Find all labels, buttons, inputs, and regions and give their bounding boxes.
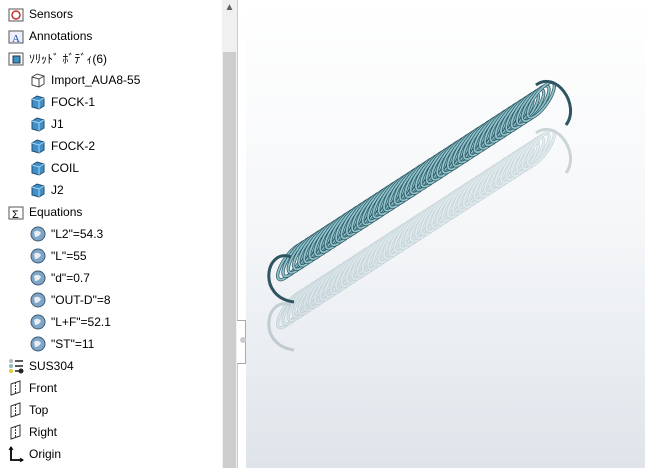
scroll-thumb[interactable] — [223, 52, 236, 468]
tree-item[interactable]: "L"=55 — [30, 246, 87, 266]
tree-item-label: Annotations — [29, 29, 93, 43]
tree-item-label: SUS304 — [29, 359, 74, 373]
tree-item-label: Sensors — [29, 7, 74, 21]
global-variable-icon — [30, 314, 46, 330]
tree-item-label: FOCK-1 — [51, 95, 96, 109]
tree-item[interactable]: FOCK-1 — [30, 92, 95, 112]
tree-item[interactable]: "OUT-D"=8 — [30, 290, 111, 310]
tree-item-label: Equations — [29, 205, 83, 219]
graphics-viewport[interactable] — [246, 0, 645, 468]
solid-body-icon — [31, 139, 45, 154]
solid-body-icon — [31, 117, 45, 132]
tree-item[interactable]: COIL — [30, 158, 79, 178]
tree-item[interactable]: A Annotations — [8, 26, 92, 46]
svg-text:Σ: Σ — [12, 209, 19, 220]
tree-item-label: "ST"=11 — [51, 337, 95, 351]
tree-item-label: Import_AUA8-55 — [51, 73, 141, 87]
tree-item[interactable]: J1 — [30, 114, 64, 134]
solid-body-icon — [31, 95, 45, 110]
spring-coils — [267, 79, 573, 304]
tree-item[interactable]: Origin — [8, 444, 61, 464]
tree-item[interactable]: J2 — [30, 180, 64, 200]
tree-item[interactable]: Σ Equations — [8, 202, 82, 222]
tree-item[interactable]: Right — [8, 422, 57, 442]
global-variable-icon — [30, 248, 46, 264]
plane-icon — [10, 402, 21, 418]
tree-item-label: "L2"=54.3 — [51, 227, 104, 241]
solid-body-icon — [31, 161, 45, 176]
spring-model — [267, 79, 573, 352]
material-icon — [9, 359, 24, 374]
tree-item-label: Right — [29, 425, 58, 439]
tree-item[interactable]: Import_AUA8-55 — [30, 70, 140, 90]
sensors-folder-icon — [8, 8, 24, 22]
scroll-up-button[interactable]: ▲ — [222, 2, 237, 18]
tree-item[interactable]: Sensors — [8, 4, 73, 24]
tree-item[interactable]: "L2"=54.3 — [30, 224, 103, 244]
tree-item-label: FOCK-2 — [51, 139, 96, 153]
tree-item[interactable]: "ST"=11 — [30, 334, 94, 354]
tree-item-label: COIL — [51, 161, 80, 175]
tree-item-label: Front — [29, 381, 58, 395]
tree-item-label: Top — [29, 403, 49, 417]
tree-item[interactable]: Top — [8, 400, 48, 420]
tree-item[interactable]: "L+F"=52.1 — [30, 312, 111, 332]
tree-item-label: "OUT-D"=8 — [51, 293, 111, 307]
tree-item-label: J1 — [51, 117, 64, 131]
global-variable-icon — [30, 292, 46, 308]
tree-item[interactable]: ｿﾘｯﾄﾞ ﾎﾞﾃﾞｨ(6) — [8, 48, 107, 68]
origin-icon — [8, 446, 24, 462]
tree-item[interactable]: Front — [8, 378, 57, 398]
global-variable-icon — [30, 226, 46, 242]
global-variable-icon — [30, 336, 46, 352]
tree-item-label: "L"=55 — [51, 249, 87, 263]
tree-item[interactable]: FOCK-2 — [30, 136, 95, 156]
tree-item[interactable]: "d"=0.7 — [30, 268, 90, 288]
tree-item-label: "L+F"=52.1 — [51, 315, 111, 329]
wireframe-body-icon — [31, 73, 45, 88]
solid-bodies-folder-icon — [8, 52, 24, 66]
svg-text:A: A — [12, 33, 20, 44]
solid-body-icon — [31, 183, 45, 198]
tree-item-label: J2 — [51, 183, 64, 197]
tree-item[interactable]: SUS304 — [8, 356, 74, 376]
plane-icon — [10, 380, 21, 396]
tree-item-label: "d"=0.7 — [51, 271, 90, 285]
equations-folder-icon: Σ — [8, 206, 24, 220]
tree-item-label: Origin — [29, 447, 62, 461]
plane-icon — [10, 424, 21, 440]
global-variable-icon — [30, 270, 46, 286]
feature-tree: Sensors A Annotations ｿﾘｯﾄﾞ ﾎﾞﾃﾞｨ(6) Import_… — [0, 0, 223, 468]
annotations-folder-icon: A — [8, 30, 24, 44]
tree-item-label: ｿﾘｯﾄﾞ ﾎﾞﾃﾞｨ(6) — [29, 51, 108, 66]
tree-scrollbar[interactable]: ▲ — [222, 0, 237, 468]
